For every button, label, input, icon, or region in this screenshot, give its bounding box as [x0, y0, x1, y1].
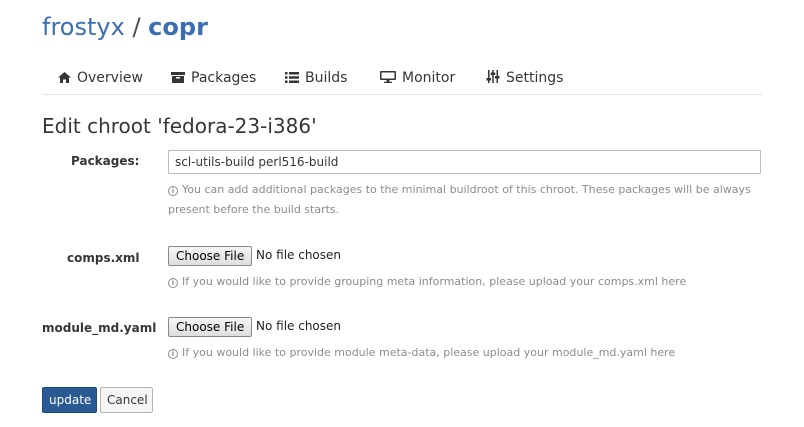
project-heading: frostyx / copr	[42, 12, 208, 42]
packages-input[interactable]	[168, 150, 761, 174]
tab-monitor-label: Monitor	[402, 70, 456, 86]
archive-icon	[171, 72, 185, 83]
list-icon	[285, 72, 299, 83]
comps-file-status: No file chosen	[256, 248, 342, 262]
packages-help-line2: present before the build starts.	[168, 203, 340, 216]
sliders-icon	[486, 70, 500, 83]
module-md-file-status: No file chosen	[256, 319, 342, 333]
comps-label: comps.xml	[67, 251, 140, 265]
module-md-help: i If you would like to provide module met…	[168, 343, 675, 363]
owner-link[interactable]: frostyx	[42, 13, 125, 41]
tab-packages[interactable]: Packages	[171, 62, 256, 94]
module-md-help-text: If you would like to provide module meta…	[182, 346, 676, 359]
module-md-label: module_md.yaml	[42, 321, 157, 335]
update-button[interactable]: update	[42, 387, 97, 413]
packages-help-line1: You can add additional packages to the m…	[182, 183, 751, 196]
info-icon: i	[168, 278, 178, 288]
tab-packages-label: Packages	[191, 70, 257, 86]
module-md-choose-file-button[interactable]: Choose File	[168, 317, 253, 337]
project-link[interactable]: copr	[148, 13, 208, 41]
tab-settings[interactable]: Settings	[486, 62, 563, 94]
packages-help: i You can add additional packages to the …	[168, 180, 768, 220]
comps-choose-file-button[interactable]: Choose File	[168, 246, 253, 266]
page-title: Edit chroot 'fedora-23-i386'	[42, 114, 317, 138]
tab-overview[interactable]: Overview	[58, 62, 143, 94]
tab-builds-label: Builds	[305, 70, 348, 86]
cancel-button[interactable]: Cancel	[100, 387, 153, 413]
heading-separator: /	[132, 13, 141, 41]
tab-monitor[interactable]: Monitor	[380, 62, 455, 94]
info-icon: i	[168, 349, 178, 359]
tab-builds[interactable]: Builds	[285, 62, 347, 94]
tab-overview-label: Overview	[77, 70, 143, 86]
project-nav-tabs: Overview Packages Builds Monitor Setting…	[42, 62, 762, 95]
packages-label: Packages:	[71, 154, 140, 168]
tab-settings-label: Settings	[506, 70, 564, 86]
info-icon: i	[168, 186, 178, 196]
desktop-icon	[380, 71, 396, 83]
comps-help-text: If you would like to provide grouping me…	[182, 275, 687, 288]
comps-help: i If you would like to provide grouping m…	[168, 272, 686, 292]
home-icon	[58, 72, 71, 83]
